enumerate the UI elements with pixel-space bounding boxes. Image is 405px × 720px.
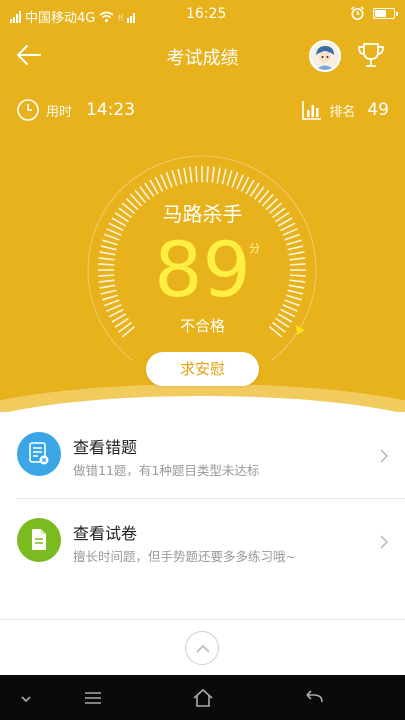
chevron-up-icon xyxy=(196,644,210,653)
time-used-value: 14:23 xyxy=(86,100,136,120)
wifi-icon xyxy=(99,11,114,22)
score-value: 89 xyxy=(154,225,251,314)
row-subtitle: 做错11题，有1种题目类型未达标 xyxy=(73,463,260,478)
gauge-tick xyxy=(240,176,250,192)
chevron-right-icon xyxy=(380,535,389,549)
gauge-tick xyxy=(226,170,233,186)
gauge-tick xyxy=(165,171,173,188)
gauge-tick xyxy=(236,174,244,190)
time-used-label: 用时 xyxy=(46,104,73,120)
row-title: 查看试卷 xyxy=(73,524,138,543)
carrier-label: 中国移动4G xyxy=(25,11,96,26)
gauge-tick xyxy=(221,168,227,185)
gauge-tick xyxy=(206,166,209,183)
bottom-divider xyxy=(0,619,405,620)
exam-paper-icon xyxy=(17,518,61,562)
clock-icon xyxy=(17,99,39,121)
exam-paper-row[interactable]: 查看试卷 擅长时间题，但手势题还要多多练习哦~ xyxy=(0,498,405,584)
chevron-down-icon[interactable] xyxy=(14,686,38,710)
row-title: 查看错题 xyxy=(73,438,138,457)
gauge-tick xyxy=(183,167,188,184)
bar-chart-icon xyxy=(302,101,322,120)
hd-signal-icon: (( xyxy=(118,12,136,23)
gauge-tick xyxy=(231,171,239,188)
alarm-icon xyxy=(351,6,364,20)
gauge-tick xyxy=(211,166,215,183)
rank-label: 排名 xyxy=(329,104,356,120)
svg-text:((: (( xyxy=(118,14,124,22)
home-icon[interactable] xyxy=(191,686,215,710)
gauge-tick xyxy=(195,166,198,183)
score-unit: 分 xyxy=(249,242,260,255)
pass-status: 不合格 xyxy=(179,317,225,335)
battery-icon xyxy=(373,8,398,19)
signal-icon xyxy=(10,10,21,23)
trophy-icon[interactable] xyxy=(356,40,386,70)
rank-value: 49 xyxy=(367,100,389,120)
page-title: 考试成绩 xyxy=(166,48,239,69)
gauge-tick xyxy=(189,166,193,183)
menu-icon[interactable] xyxy=(81,686,105,710)
avatar[interactable] xyxy=(309,40,341,72)
gauge-tick xyxy=(160,174,168,190)
result-title: 马路杀手 xyxy=(162,202,243,226)
rank-stat: 排名 49 xyxy=(301,95,389,125)
action-list: 查看错题 做错11题，有1种题目类型未达标 查看试卷 擅长时间题，但手势题还要多… xyxy=(0,412,405,584)
system-nav-bar xyxy=(0,675,405,720)
row-subtitle: 擅长时间题，但手势题还要多多练习哦~ xyxy=(73,549,296,564)
chevron-right-icon xyxy=(380,449,389,463)
top-bar: 考试成绩 xyxy=(0,30,405,82)
status-bar: 中国移动4G (( 16:25 xyxy=(0,0,405,30)
wrong-questions-row[interactable]: 查看错题 做错11题，有1种题目类型未达标 xyxy=(0,412,405,498)
scroll-up-button[interactable] xyxy=(185,631,219,665)
clock: 16:25 xyxy=(186,6,227,22)
gauge-tick xyxy=(216,167,221,184)
comfort-button[interactable]: 求安慰 xyxy=(146,352,259,386)
time-used-stat: 用时 14:23 xyxy=(16,95,135,125)
wrong-questions-icon xyxy=(17,432,61,476)
avatar-image xyxy=(311,42,339,70)
gauge-tick xyxy=(154,176,164,192)
gauge-tick xyxy=(171,170,178,186)
back-icon[interactable] xyxy=(302,686,326,710)
gauge-tick xyxy=(177,168,183,185)
